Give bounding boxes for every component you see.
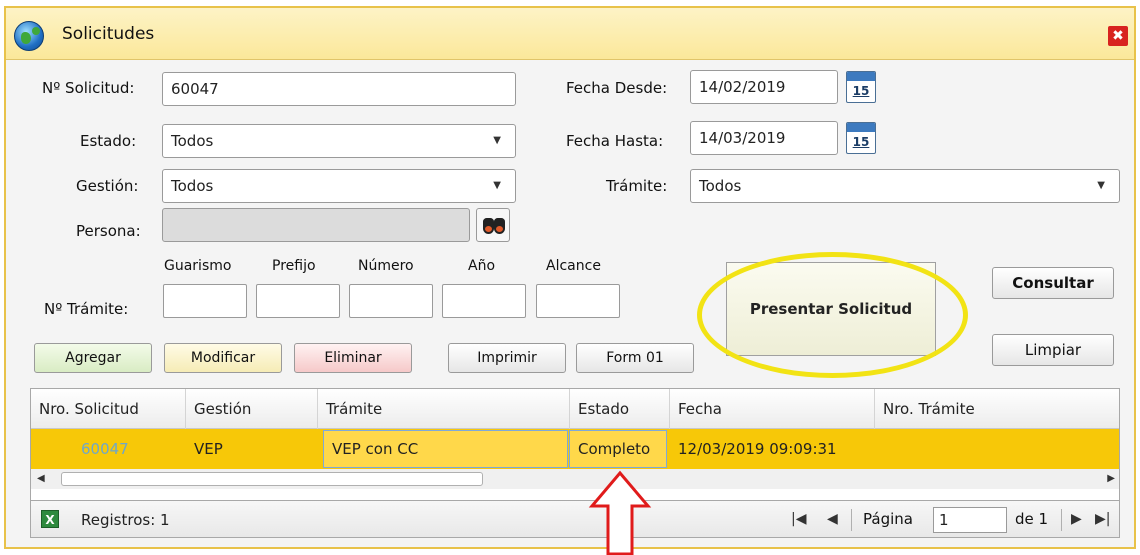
estado-select-value: Todos — [171, 132, 214, 150]
horizontal-scrollbar[interactable]: ◀ ▶ — [31, 469, 1119, 489]
red-arrow-annotation — [588, 470, 652, 555]
calendar-hasta-button[interactable]: 15 — [846, 122, 876, 154]
consultar-button[interactable]: Consultar — [992, 267, 1114, 299]
fecha-desde-label: Fecha Desde: — [566, 79, 668, 97]
pagina-input[interactable]: 1 — [933, 507, 1007, 533]
alcance-label: Alcance — [546, 258, 601, 274]
last-page-icon[interactable]: ▶| — [1095, 511, 1110, 527]
numero-input[interactable] — [349, 284, 433, 318]
grid-footer: X Registros: 1 |◀ ◀ Página 1 de 1 ▶ ▶| — [30, 500, 1120, 538]
cell-nro-tramite — [875, 429, 1119, 469]
pager-separator-2 — [1061, 509, 1062, 531]
calendar-icon — [847, 123, 875, 132]
gestion-label: Gestión: — [76, 177, 139, 195]
pager-separator — [851, 509, 852, 531]
binoculars-icon-right — [494, 218, 505, 234]
next-page-icon[interactable]: ▶ — [1071, 511, 1082, 527]
binoculars-search-button[interactable] — [476, 208, 510, 242]
first-page-icon[interactable]: |◀ — [791, 511, 806, 527]
form01-button[interactable]: Form 01 — [576, 343, 694, 373]
anio-input[interactable] — [442, 284, 526, 318]
scrollbar-thumb[interactable] — [61, 472, 483, 486]
globe-icon — [14, 21, 44, 51]
numero-label: Número — [358, 258, 414, 274]
guarismo-label: Guarismo — [164, 258, 232, 274]
agregar-button[interactable]: Agregar — [34, 343, 152, 373]
calendar-hasta-day: 15 — [852, 135, 870, 149]
chevron-down-icon: ▼ — [493, 180, 501, 191]
window-title: Solicitudes — [62, 24, 155, 44]
tramite-select-label: Trámite: — [606, 177, 668, 195]
table-row[interactable]: 60047 VEP VEP con CC Completo 12/03/2019… — [31, 429, 1119, 469]
solicitud-label: Nº Solicitud: — [42, 79, 135, 97]
tramite-select[interactable]: Todos ▼ — [690, 169, 1120, 203]
eliminar-button[interactable]: Eliminar — [294, 343, 412, 373]
cell-tramite: VEP con CC — [323, 430, 568, 468]
pagina-label: Página — [863, 510, 913, 528]
close-button[interactable]: ✖ — [1108, 26, 1128, 46]
chevron-down-icon: ▼ — [493, 135, 501, 146]
estado-label: Estado: — [80, 132, 137, 150]
fecha-hasta-label: Fecha Hasta: — [566, 132, 664, 150]
calendar-desde-day: 15 — [852, 84, 870, 98]
cell-estado: Completo — [569, 430, 667, 468]
gestion-select[interactable]: Todos ▼ — [162, 169, 516, 203]
excel-icon[interactable]: X — [41, 510, 59, 528]
limpiar-button[interactable]: Limpiar — [992, 334, 1114, 366]
presentar-solicitud-button[interactable]: Presentar Solicitud — [726, 262, 936, 356]
binoculars-icon — [483, 218, 494, 234]
modificar-button[interactable]: Modificar — [164, 343, 282, 373]
anio-label: Año — [468, 258, 496, 274]
persona-label: Persona: — [76, 222, 141, 240]
solicitudes-grid: Nro. Solicitud Gestión Trámite Estado Fe… — [30, 388, 1120, 501]
scroll-left-icon[interactable]: ◀ — [37, 469, 45, 489]
solicitud-input[interactable]: 60047 — [162, 72, 516, 106]
column-header-nro-tramite[interactable]: Nro. Trámite — [875, 389, 1119, 429]
chevron-down-icon: ▼ — [1097, 180, 1105, 191]
fecha-hasta-input[interactable]: 14/03/2019 — [690, 121, 838, 155]
cell-nro-solicitud[interactable]: 60047 — [31, 429, 186, 469]
column-header-gestion[interactable]: Gestión — [186, 389, 318, 429]
prefijo-label: Prefijo — [272, 258, 316, 274]
persona-input — [162, 208, 470, 242]
grid-header: Nro. Solicitud Gestión Trámite Estado Fe… — [31, 389, 1119, 429]
estado-select[interactable]: Todos ▼ — [162, 124, 516, 158]
imprimir-button[interactable]: Imprimir — [448, 343, 566, 373]
guarismo-input[interactable] — [163, 284, 247, 318]
cell-fecha: 12/03/2019 09:09:31 — [678, 440, 837, 458]
prefijo-input[interactable] — [256, 284, 340, 318]
column-header-fecha[interactable]: Fecha — [670, 389, 875, 429]
registros-count: Registros: 1 — [81, 511, 170, 529]
de-total-label: de 1 — [1015, 510, 1049, 528]
tramite-select-value: Todos — [699, 177, 742, 195]
cell-gestion: VEP — [194, 440, 223, 458]
tramite-number-label: Nº Trámite: — [44, 300, 129, 318]
scroll-right-icon[interactable]: ▶ — [1107, 469, 1115, 489]
column-header-nro-solicitud[interactable]: Nro. Solicitud — [31, 389, 186, 429]
fecha-desde-input[interactable]: 14/02/2019 — [690, 70, 838, 104]
calendar-icon — [847, 72, 875, 81]
prev-page-icon[interactable]: ◀ — [827, 511, 838, 527]
column-header-estado[interactable]: Estado — [570, 389, 670, 429]
gestion-select-value: Todos — [171, 177, 214, 195]
column-header-tramite[interactable]: Trámite — [318, 389, 570, 429]
title-bar: Solicitudes ✖ — [6, 8, 1134, 60]
calendar-desde-button[interactable]: 15 — [846, 71, 876, 103]
alcance-input[interactable] — [536, 284, 620, 318]
